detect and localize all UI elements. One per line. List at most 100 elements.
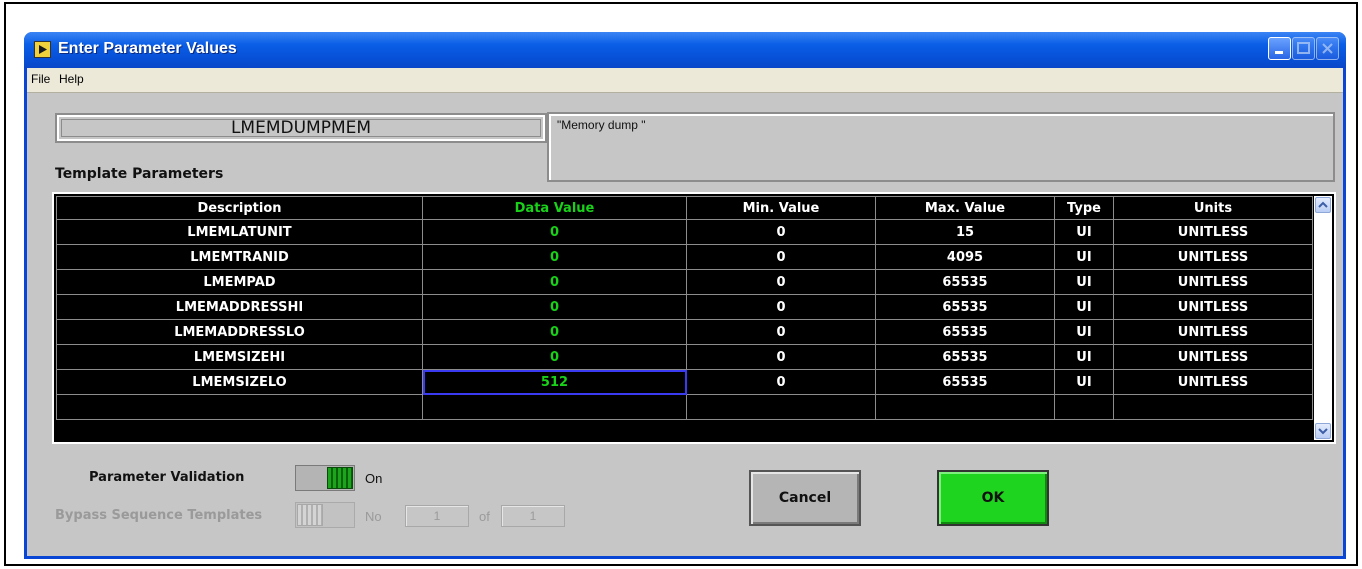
bypass-sequence-state: No — [365, 509, 382, 524]
bypass-current-field[interactable]: 1 — [405, 505, 469, 527]
menu-file[interactable]: File — [31, 72, 50, 86]
bypass-sequence-toggle[interactable] — [295, 502, 355, 528]
cell-description: LMEMSIZELO — [56, 369, 423, 395]
table-row[interactable]: LMEMLATUNIT 0 0 15 UI UNITLESS — [56, 219, 1313, 245]
close-button[interactable] — [1316, 37, 1339, 60]
table-scrollbar[interactable] — [1314, 196, 1332, 440]
toggle-knob — [327, 467, 353, 489]
template-description-box: "Memory dump " — [547, 112, 1335, 182]
menu-bar: File Help — [27, 68, 1343, 93]
cell-min-value — [686, 394, 876, 420]
parameter-validation-state: On — [365, 471, 383, 486]
cell-data-value[interactable]: 0 — [422, 319, 687, 345]
cell-min-value: 0 — [686, 344, 876, 370]
cell-units: UNITLESS — [1113, 244, 1313, 270]
cell-description: LMEMTRANID — [56, 244, 423, 270]
cell-type: UI — [1054, 269, 1114, 295]
table-row[interactable] — [56, 394, 1313, 420]
cell-min-value: 0 — [686, 369, 876, 395]
cell-description: LMEMADDRESSLO — [56, 319, 423, 345]
cell-type: UI — [1054, 219, 1114, 245]
window-title: Enter Parameter Values — [58, 40, 237, 57]
cell-data-value[interactable]: 0 — [422, 244, 687, 270]
cell-max-value: 65535 — [875, 269, 1055, 295]
table-row[interactable]: LMEMTRANID 0 0 4095 UI UNITLESS — [56, 244, 1313, 270]
column-header-data-value: Data Value — [422, 196, 687, 220]
cell-description: LMEMSIZEHI — [56, 344, 423, 370]
cell-data-value[interactable]: 0 — [422, 219, 687, 245]
chevron-up-icon — [1318, 201, 1328, 208]
cell-data-value[interactable] — [422, 394, 687, 420]
cell-max-value: 65535 — [875, 319, 1055, 345]
table-row[interactable]: LMEMSIZELO 512 0 65535 UI UNITLESS — [56, 369, 1313, 395]
cell-min-value: 0 — [686, 269, 876, 295]
table-header-row: Description Data Value Min. Value Max. V… — [56, 196, 1313, 220]
cell-description — [56, 394, 423, 420]
cell-units: UNITLESS — [1113, 344, 1313, 370]
parameters-grid: Description Data Value Min. Value Max. V… — [56, 196, 1313, 420]
cell-units: UNITLESS — [1113, 369, 1313, 395]
bypass-total-field[interactable]: 1 — [501, 505, 565, 527]
column-header-max-value: Max. Value — [875, 196, 1055, 220]
table-row[interactable]: LMEMSIZEHI 0 0 65535 UI UNITLESS — [56, 344, 1313, 370]
cell-max-value: 65535 — [875, 294, 1055, 320]
cell-units: UNITLESS — [1113, 269, 1313, 295]
table-row[interactable]: LMEMADDRESSHI 0 0 65535 UI UNITLESS — [56, 294, 1313, 320]
cell-description: LMEMLATUNIT — [56, 219, 423, 245]
cell-description: LMEMPAD — [56, 269, 423, 295]
cell-type: UI — [1054, 369, 1114, 395]
cell-type: UI — [1054, 344, 1114, 370]
template-description: "Memory dump " — [557, 118, 646, 132]
cell-max-value: 65535 — [875, 344, 1055, 370]
section-label: Template Parameters — [55, 166, 224, 182]
bypass-sequence-label: Bypass Sequence Templates — [55, 508, 263, 523]
table-row[interactable]: LMEMADDRESSLO 0 0 65535 UI UNITLESS — [56, 319, 1313, 345]
bypass-of-label: of — [479, 509, 490, 524]
column-header-min-value: Min. Value — [686, 196, 876, 220]
cell-units: UNITLESS — [1113, 219, 1313, 245]
cell-data-value[interactable]: 0 — [422, 344, 687, 370]
toggle-knob — [297, 504, 323, 526]
cell-units: UNITLESS — [1113, 319, 1313, 345]
cell-max-value: 65535 — [875, 369, 1055, 395]
cell-units: UNITLESS — [1113, 294, 1313, 320]
cell-data-value[interactable]: 0 — [422, 294, 687, 320]
scroll-down-button[interactable] — [1315, 423, 1331, 439]
ok-button[interactable]: OK — [937, 470, 1049, 526]
cell-type: UI — [1054, 319, 1114, 345]
table-row[interactable]: LMEMPAD 0 0 65535 UI UNITLESS — [56, 269, 1313, 295]
cell-units — [1113, 394, 1313, 420]
cell-min-value: 0 — [686, 319, 876, 345]
parameter-validation-label: Parameter Validation — [89, 470, 245, 485]
close-icon — [1322, 43, 1333, 54]
cell-min-value: 0 — [686, 219, 876, 245]
screenshot-frame: Enter Parameter Values File Help LMEMDUM… — [4, 2, 1358, 566]
minimize-button[interactable] — [1268, 37, 1291, 60]
dialog-window: Enter Parameter Values File Help LMEMDUM… — [24, 32, 1346, 559]
title-bar[interactable]: Enter Parameter Values — [24, 32, 1346, 68]
cell-min-value: 0 — [686, 294, 876, 320]
maximize-button[interactable] — [1292, 37, 1315, 60]
cell-description: LMEMADDRESSHI — [56, 294, 423, 320]
menu-help[interactable]: Help — [59, 72, 84, 86]
cell-type — [1054, 394, 1114, 420]
scroll-up-button[interactable] — [1315, 197, 1331, 213]
parameter-validation-toggle[interactable] — [295, 465, 355, 491]
minimize-icon — [1275, 51, 1283, 54]
cell-type: UI — [1054, 244, 1114, 270]
template-name-inset — [61, 119, 541, 137]
cell-max-value: 15 — [875, 219, 1055, 245]
cell-data-value[interactable]: 512 — [422, 369, 687, 395]
cell-data-value[interactable]: 0 — [422, 269, 687, 295]
cell-max-value: 4095 — [875, 244, 1055, 270]
column-header-units: Units — [1113, 196, 1313, 220]
cell-type: UI — [1054, 294, 1114, 320]
column-header-type: Type — [1054, 196, 1114, 220]
template-name-field: LMEMDUMPMEM — [55, 113, 547, 143]
cell-min-value: 0 — [686, 244, 876, 270]
chevron-down-icon — [1318, 428, 1328, 435]
maximize-icon — [1297, 42, 1310, 54]
app-icon — [34, 41, 51, 58]
cell-max-value — [875, 394, 1055, 420]
cancel-button[interactable]: Cancel — [749, 470, 861, 526]
